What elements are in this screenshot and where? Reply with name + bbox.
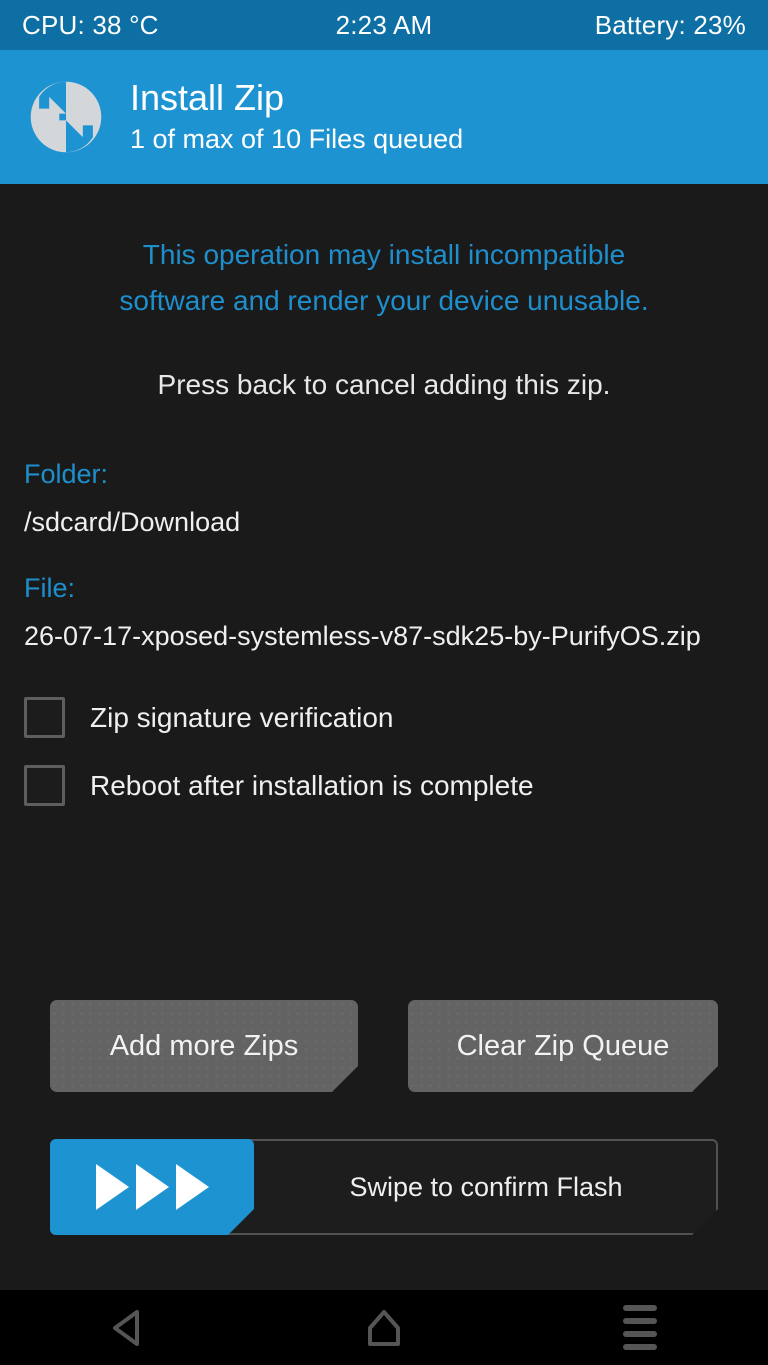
file-name-value: 26-07-17-xposed-systemless-v87-sdk25-by-… [24, 621, 701, 651]
warning-line-2: software and render your device unusable… [119, 285, 649, 316]
menu-lines-icon [623, 1305, 657, 1350]
nav-home-button[interactable] [256, 1290, 512, 1365]
warning-line-1: This operation may install incompatible [142, 239, 626, 270]
page-content: This operation may install incompatible … [0, 184, 768, 1290]
checkbox-label-reboot-after-installation: Reboot after installation is complete [90, 769, 534, 801]
checkbox-label-zip-signature-verification: Zip signature verification [90, 701, 394, 733]
back-triangle-icon [113, 1309, 139, 1346]
cancel-hint-text: Press back to cancel adding this zip. [157, 369, 611, 400]
triple-play-arrow-icon[interactable] [50, 1139, 254, 1235]
checkbox-reboot-after-installation[interactable] [24, 765, 65, 806]
twrp-logo-icon [30, 81, 102, 153]
battery-level-text: Battery: 23% [594, 9, 746, 40]
folder-label: Folder: [24, 459, 109, 489]
home-house-icon [368, 1309, 400, 1346]
twrp-install-zip-screen: CPU: 38 °C 2:23 AM Battery: 23% Install … [0, 0, 768, 1365]
checkbox-zip-signature-verification[interactable] [24, 697, 65, 738]
clear-zip-queue-button[interactable]: Clear Zip Queue [408, 1000, 718, 1092]
android-navigation-bar [0, 1290, 768, 1365]
nav-back-button[interactable] [0, 1290, 256, 1365]
status-bar: CPU: 38 °C 2:23 AM Battery: 23% [0, 0, 768, 50]
checkbox-row-zip-signature-verification[interactable]: Zip signature verification [24, 697, 393, 738]
play-arrow-icon-1 [96, 1164, 129, 1210]
slider-label: Swipe to confirm Flash [349, 1171, 623, 1202]
header-text-group: Install Zip 1 of max of 10 Files queued [130, 76, 463, 158]
page-header: Install Zip 1 of max of 10 Files queued [0, 50, 768, 184]
queue-count-text: 1 of max of 10 Files queued [130, 124, 464, 154]
add-more-zips-button[interactable]: Add more Zips [50, 1000, 358, 1092]
folder-path-value: /sdcard/Download [24, 507, 241, 537]
incompatible-warning: This operation may install incompatible … [0, 232, 768, 324]
play-arrow-icon-3 [176, 1164, 209, 1210]
checkbox-row-reboot-after-installation[interactable]: Reboot after installation is complete [24, 765, 534, 806]
file-label: File: [24, 573, 76, 603]
play-arrow-icon-2 [136, 1164, 169, 1210]
nav-menu-button[interactable] [512, 1290, 768, 1365]
swipe-to-confirm-slider[interactable]: Swipe to confirm Flash [50, 1139, 718, 1235]
page-title: Install Zip [130, 77, 285, 118]
